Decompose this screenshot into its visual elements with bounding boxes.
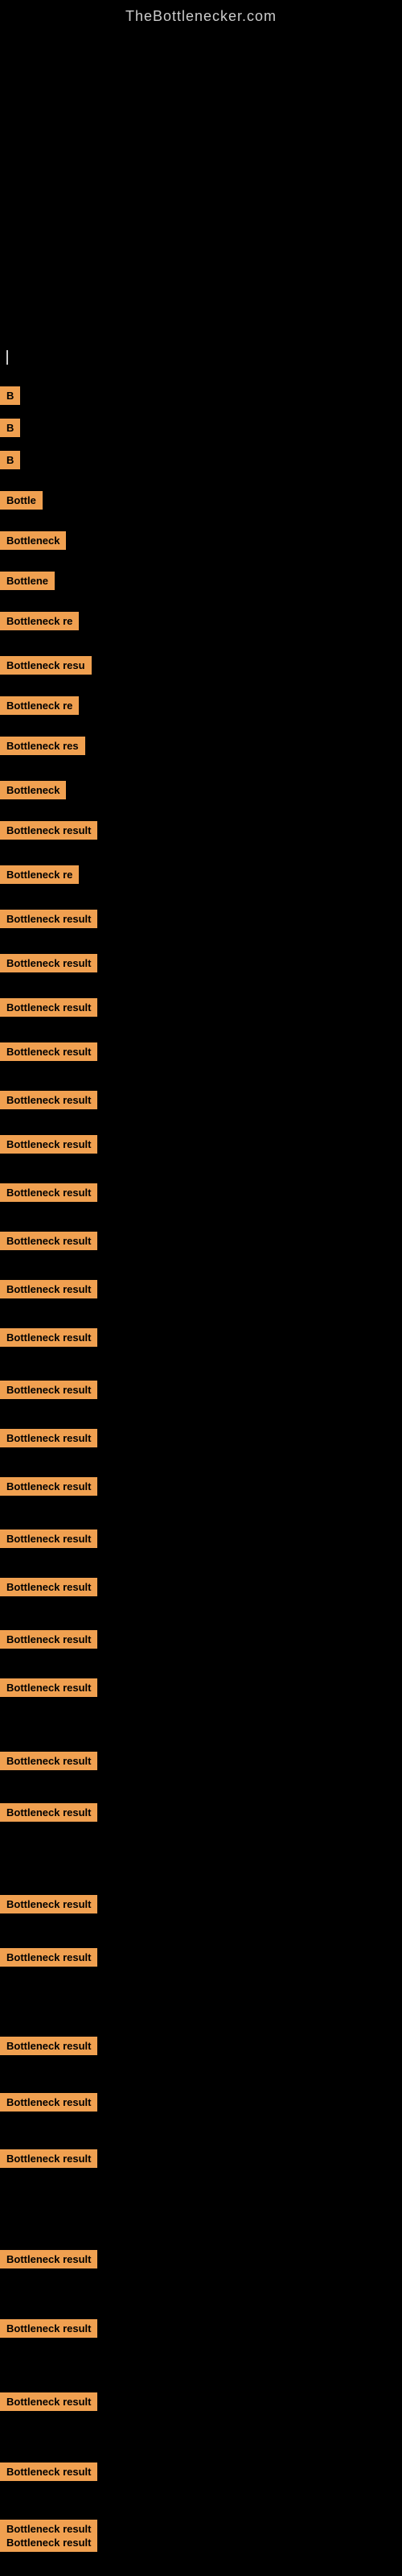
bottleneck-label: Bottleneck result — [0, 998, 97, 1017]
bottleneck-label: Bottleneck result — [0, 1381, 97, 1399]
bottleneck-label: Bottleneck result — [0, 2392, 97, 2411]
bottleneck-label: Bottleneck result — [0, 1752, 97, 1770]
bottleneck-label: Bottleneck result — [0, 2250, 97, 2268]
bottleneck-label: Bottleneck result — [0, 1091, 97, 1109]
bottleneck-label: Bottleneck result — [0, 1477, 97, 1496]
bottleneck-label: Bottleneck result — [0, 1530, 97, 1548]
bottleneck-label: Bottleneck re — [0, 612, 79, 630]
bottleneck-label: Bottleneck result — [0, 1578, 97, 1596]
bottleneck-label: Bottleneck result — [0, 1678, 97, 1697]
bottleneck-label: Bottleneck result — [0, 1183, 97, 1202]
bottleneck-label: Bottle — [0, 491, 43, 510]
bottleneck-label: Bottleneck result — [0, 1042, 97, 1061]
bottleneck-label: Bottleneck result — [0, 2319, 97, 2338]
bottleneck-label: Bottleneck result — [0, 1135, 97, 1154]
bottleneck-label: Bottleneck resu — [0, 656, 92, 675]
bottleneck-label: Bottleneck result — [0, 1630, 97, 1649]
site-title: TheBottlenecker.com — [0, 0, 402, 25]
bottleneck-label: Bottleneck result — [0, 2149, 97, 2168]
bottleneck-label: Bottleneck — [0, 531, 66, 550]
bottleneck-label: Bottleneck result — [0, 2462, 97, 2481]
bottleneck-label: Bottleneck result — [0, 954, 97, 972]
bottleneck-label: Bottleneck result — [0, 1328, 97, 1347]
bottleneck-label: Bottleneck result — [0, 821, 97, 840]
bottleneck-label: Bottleneck re — [0, 865, 79, 884]
bottleneck-label: Bottleneck result — [0, 910, 97, 928]
bottleneck-label: B — [0, 419, 20, 437]
bottleneck-label: Bottleneck result — [0, 1895, 97, 1913]
bottleneck-label: Bottleneck result — [0, 1429, 97, 1447]
bottleneck-label: Bottleneck result — [0, 1232, 97, 1250]
bottleneck-label: Bottleneck result — [0, 2093, 97, 2112]
bottleneck-label: Bottlene — [0, 572, 55, 590]
bottleneck-label: Bottleneck result — [0, 2037, 97, 2055]
cursor-line — [6, 350, 8, 365]
bottleneck-label: Bottleneck res — [0, 737, 85, 755]
bottleneck-label: Bottleneck result — [0, 1948, 97, 1967]
bottleneck-label: B — [0, 386, 20, 405]
bottleneck-label: Bottleneck — [0, 781, 66, 799]
bottleneck-label: Bottleneck result — [0, 1803, 97, 1822]
bottleneck-label: Bottleneck result — [0, 1280, 97, 1298]
bottleneck-label: Bottleneck result — [0, 2520, 97, 2538]
bottleneck-label: Bottleneck re — [0, 696, 79, 715]
bottleneck-label: B — [0, 451, 20, 469]
